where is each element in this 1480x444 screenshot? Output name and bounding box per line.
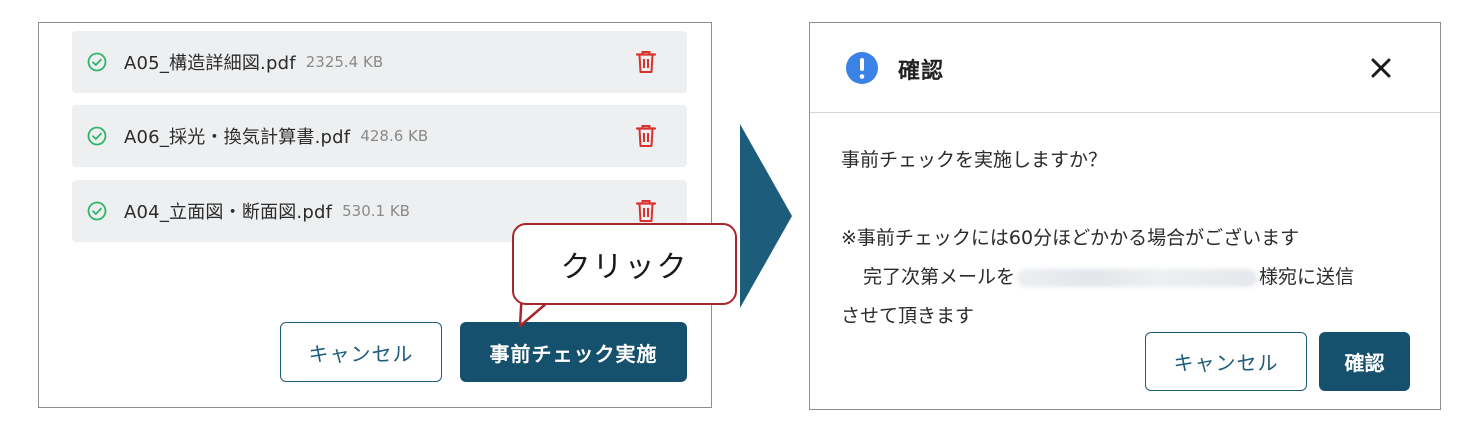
dialog-title: 確認 (898, 59, 945, 84)
dialog-body: 事前チェックを実施しますか？ ※事前チェックには60分ほどかかる場合がございます… (841, 141, 1421, 336)
file-upload-panel: A05_構造詳細図.pdf 2325.4 KB A06_採光・換気計算書.pdf… (38, 22, 712, 408)
info-icon (846, 52, 878, 84)
file-size: 2325.4 KB (305, 53, 384, 71)
file-size: 428.6 KB (360, 127, 429, 145)
arrow-right-icon (740, 124, 792, 308)
file-row: A06_採光・換気計算書.pdf 428.6 KB (72, 105, 687, 167)
trash-icon[interactable] (635, 124, 657, 148)
dialog-header: 確認 (810, 23, 1440, 113)
notice-text: 様宛に送信 (1259, 266, 1355, 288)
confirm-dialog: 確認 事前チェックを実施しますか？ ※事前チェックには60分ほどかかる場合がござ… (809, 22, 1441, 410)
check-circle-icon (86, 125, 108, 147)
trash-icon[interactable] (635, 50, 657, 74)
file-size: 530.1 KB (342, 202, 410, 220)
file-name: A04_立面図・断面図.pdf (124, 202, 333, 223)
click-callout: クリック (512, 223, 737, 305)
file-name: A05_構造詳細図.pdf (124, 53, 296, 74)
file-name: A06_採光・換気計算書.pdf (124, 127, 351, 148)
dialog-cancel-button[interactable]: キャンセル (1145, 332, 1307, 391)
dialog-confirm-button[interactable]: 確認 (1319, 332, 1410, 391)
check-circle-icon (86, 200, 108, 222)
notice-line: 完了次第メールを 様宛に送信 (841, 258, 1421, 297)
trash-icon[interactable] (635, 199, 657, 223)
cancel-button[interactable]: キャンセル (280, 322, 442, 382)
notice-line: ※事前チェックには60分ほどかかる場合がございます (841, 227, 1300, 249)
redacted-email (1017, 268, 1258, 287)
dialog-question: 事前チェックを実施しますか？ (841, 149, 1108, 171)
notice-line: させて頂きます (841, 305, 975, 327)
close-icon[interactable] (1370, 57, 1392, 79)
check-circle-icon (86, 51, 108, 73)
notice-text: 完了次第メールを (863, 266, 1016, 288)
precheck-button[interactable]: 事前チェック実施 (460, 322, 687, 382)
file-row: A05_構造詳細図.pdf 2325.4 KB (72, 31, 687, 93)
